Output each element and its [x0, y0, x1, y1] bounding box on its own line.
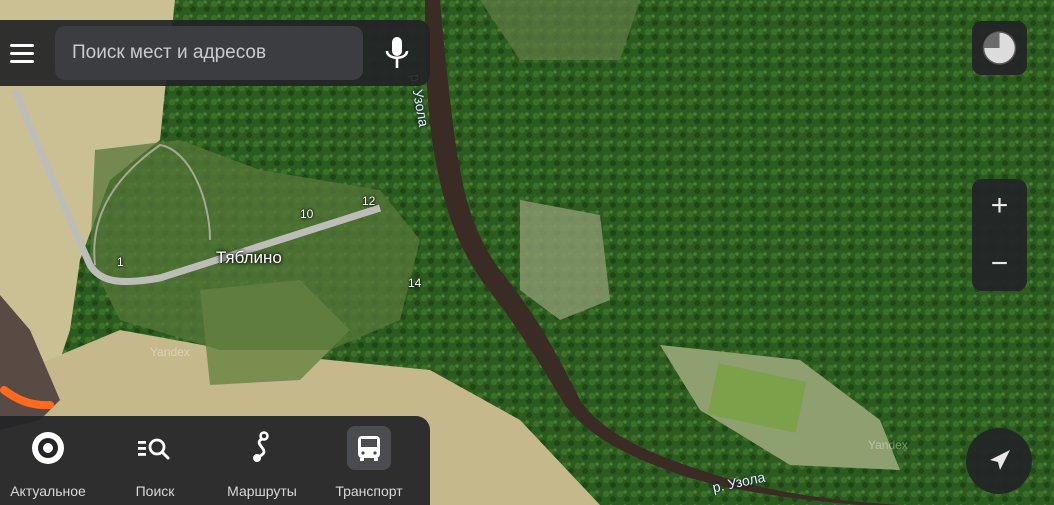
house-number-label: 14: [408, 276, 422, 290]
navigation-arrow-icon: [990, 450, 1010, 470]
tab-label: Транспорт: [335, 483, 403, 499]
layers-icon: [982, 31, 1017, 65]
zoom-controls: + −: [972, 179, 1027, 291]
tab-label: Актуальное: [10, 483, 86, 499]
route-icon: [253, 431, 269, 462]
house-number-label: 1: [117, 255, 124, 269]
zoom-out-button[interactable]: −: [972, 249, 1027, 279]
house-number-label: 10: [300, 207, 314, 221]
bus-icon: [347, 426, 391, 470]
tab-label: Поиск: [135, 483, 175, 499]
hamburger-icon: [10, 59, 34, 63]
voice-search-button[interactable]: [382, 36, 412, 72]
search-panel: Поиск мест и адресов: [0, 20, 430, 86]
tab-transport[interactable]: Транспорт: [319, 416, 419, 505]
tab-routes[interactable]: Маршруты: [212, 416, 312, 505]
zoom-in-button[interactable]: +: [972, 191, 1027, 221]
list-search-icon: [138, 438, 170, 460]
tab-label: Маршруты: [227, 483, 297, 499]
hamburger-icon: [10, 51, 34, 55]
bottom-navigation-bar: Актуальное Поиск Маршруты Транспорт: [0, 416, 430, 505]
house-number-label: 12: [362, 194, 376, 208]
search-input[interactable]: Поиск мест и адресов: [55, 26, 363, 80]
microphone-icon: [385, 37, 409, 68]
map-watermark: Yandex: [868, 438, 908, 452]
menu-button[interactable]: [4, 33, 40, 73]
tab-search[interactable]: Поиск: [105, 416, 205, 505]
hamburger-icon: [10, 43, 34, 47]
map-layers-button[interactable]: [972, 21, 1027, 75]
village-label: Тяблино: [216, 248, 282, 267]
my-location-button[interactable]: [966, 428, 1032, 494]
map-watermark: Yandex: [150, 345, 190, 359]
tab-actual[interactable]: Актуальное: [0, 416, 98, 505]
target-icon: [32, 432, 64, 464]
